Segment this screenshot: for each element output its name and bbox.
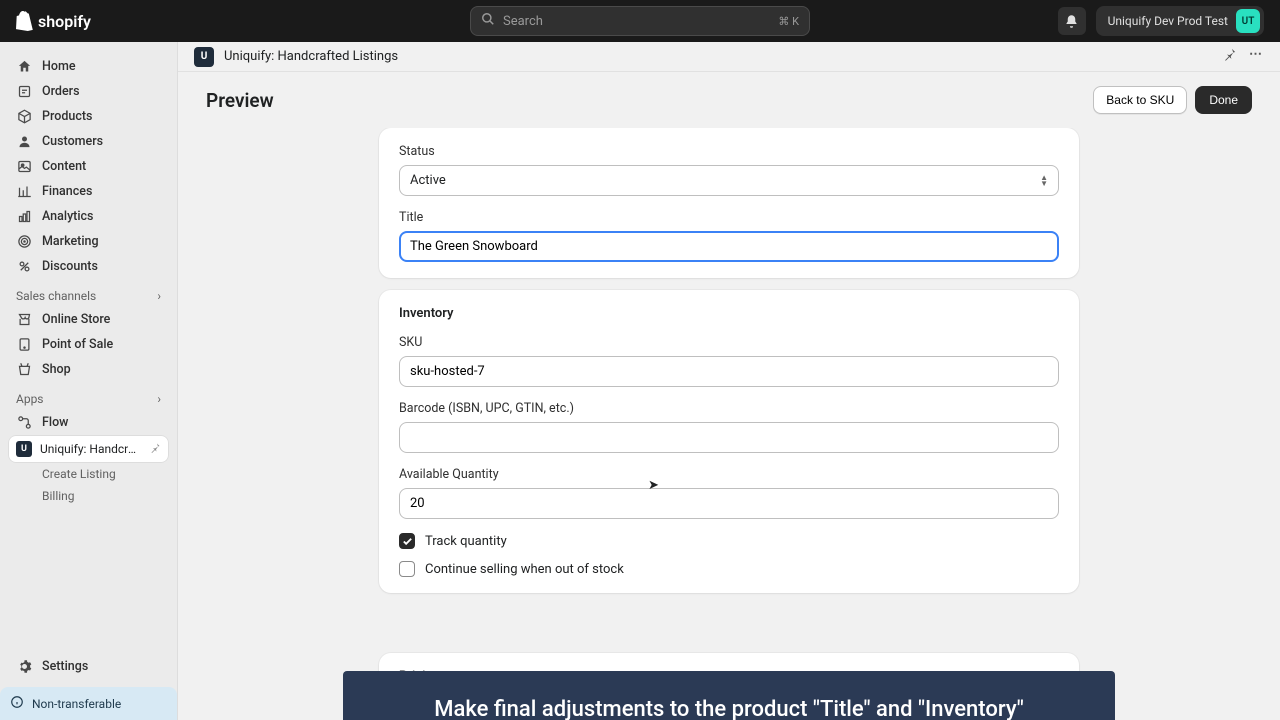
sidebar-item-customers[interactable]: Customers bbox=[8, 129, 169, 154]
sidebar-item-online-store[interactable]: Online Store bbox=[8, 307, 169, 332]
search-icon bbox=[481, 12, 495, 30]
logo-text: shopify bbox=[38, 12, 91, 31]
sidebar-item-settings[interactable]: Settings bbox=[8, 654, 169, 679]
customers-icon bbox=[16, 134, 32, 149]
continue-selling-checkbox[interactable]: Continue selling when out of stock bbox=[399, 561, 1059, 577]
pos-icon bbox=[16, 337, 32, 352]
title-label: Title bbox=[399, 210, 1059, 225]
sidebar-subitem-create-listing[interactable]: Create Listing bbox=[8, 463, 169, 485]
apps-header[interactable]: Apps› bbox=[8, 382, 169, 410]
uniquify-app-icon: U bbox=[194, 47, 214, 67]
products-icon bbox=[16, 109, 32, 124]
avatar: UT bbox=[1236, 9, 1260, 33]
status-select[interactable]: Active ▲▼ bbox=[399, 165, 1059, 196]
app-header: U Uniquify: Handcrafted Listings ⋯ bbox=[178, 42, 1280, 72]
sidebar-item-pos[interactable]: Point of Sale bbox=[8, 332, 169, 357]
sales-channels-header[interactable]: Sales channels› bbox=[8, 279, 169, 307]
shop-icon bbox=[16, 362, 32, 377]
info-icon bbox=[10, 695, 24, 712]
sku-label: SKU bbox=[399, 335, 1059, 350]
search-input[interactable]: Search ⌘ K bbox=[470, 6, 810, 36]
checkbox-unchecked-icon bbox=[399, 561, 415, 577]
status-label: Status bbox=[399, 144, 1059, 159]
sidebar-subitem-billing[interactable]: Billing bbox=[8, 485, 169, 507]
non-transferable-badge[interactable]: Non-transferable bbox=[0, 687, 177, 720]
barcode-input[interactable] bbox=[399, 422, 1059, 453]
track-quantity-checkbox[interactable]: Track quantity bbox=[399, 533, 1059, 549]
sidebar-item-home[interactable]: Home bbox=[8, 54, 169, 79]
sku-input[interactable] bbox=[399, 356, 1059, 387]
sidebar-item-analytics[interactable]: Analytics bbox=[8, 204, 169, 229]
sidebar: Home Orders Products Customers Content F… bbox=[0, 42, 178, 720]
analytics-icon bbox=[16, 209, 32, 224]
page-title: Preview bbox=[206, 89, 274, 112]
store-menu[interactable]: Uniquify Dev Prod Test UT bbox=[1096, 6, 1264, 36]
discounts-icon bbox=[16, 259, 32, 274]
marketing-icon bbox=[16, 234, 32, 249]
pin-icon[interactable] bbox=[1222, 47, 1237, 66]
more-icon[interactable]: ⋯ bbox=[1249, 47, 1264, 66]
quantity-input[interactable] bbox=[399, 488, 1059, 519]
title-input[interactable] bbox=[399, 231, 1059, 262]
checkbox-checked-icon bbox=[399, 533, 415, 549]
search-shortcut: ⌘ K bbox=[778, 15, 799, 28]
sidebar-item-finances[interactable]: Finances bbox=[8, 179, 169, 204]
chevron-right-icon: › bbox=[157, 392, 161, 406]
inventory-card: Inventory SKU Barcode (ISBN, UPC, GTIN, … bbox=[379, 290, 1079, 593]
gear-icon bbox=[16, 659, 32, 674]
quantity-label: Available Quantity bbox=[399, 467, 1059, 482]
shopify-logo[interactable]: shopify bbox=[16, 11, 91, 31]
select-chevron-icon: ▲▼ bbox=[1040, 176, 1048, 186]
finances-icon bbox=[16, 184, 32, 199]
inventory-heading: Inventory bbox=[399, 306, 1059, 321]
sidebar-item-orders[interactable]: Orders bbox=[8, 79, 169, 104]
instruction-banner: Make final adjustments to the product "T… bbox=[343, 671, 1115, 720]
chevron-right-icon: › bbox=[157, 289, 161, 303]
uniquify-app-icon: U bbox=[16, 441, 32, 457]
back-to-sku-button[interactable]: Back to SKU bbox=[1093, 86, 1187, 114]
store-name: Uniquify Dev Prod Test bbox=[1108, 14, 1228, 28]
content-icon bbox=[16, 159, 32, 174]
done-button[interactable]: Done bbox=[1195, 86, 1252, 114]
sidebar-item-marketing[interactable]: Marketing bbox=[8, 229, 169, 254]
sidebar-item-uniquify[interactable]: U Uniquify: Handcrafte... bbox=[8, 435, 169, 463]
notifications-button[interactable] bbox=[1058, 7, 1086, 35]
search-placeholder: Search bbox=[503, 14, 543, 29]
sidebar-item-discounts[interactable]: Discounts bbox=[8, 254, 169, 279]
orders-icon bbox=[16, 84, 32, 99]
topbar: shopify Search ⌘ K Uniquify Dev Prod Tes… bbox=[0, 0, 1280, 42]
app-name: Uniquify: Handcrafted Listings bbox=[224, 49, 398, 64]
status-title-card: Status Active ▲▼ Title bbox=[379, 128, 1079, 278]
barcode-label: Barcode (ISBN, UPC, GTIN, etc.) bbox=[399, 401, 1059, 416]
sidebar-item-shop[interactable]: Shop bbox=[8, 357, 169, 382]
sidebar-item-content[interactable]: Content bbox=[8, 154, 169, 179]
sidebar-item-products[interactable]: Products bbox=[8, 104, 169, 129]
sidebar-item-flow[interactable]: Flow bbox=[8, 410, 169, 435]
cursor-icon: ➤ bbox=[648, 478, 659, 493]
pin-icon[interactable] bbox=[149, 442, 161, 457]
home-icon bbox=[16, 59, 32, 74]
store-icon bbox=[16, 312, 32, 327]
flow-icon bbox=[16, 415, 32, 430]
